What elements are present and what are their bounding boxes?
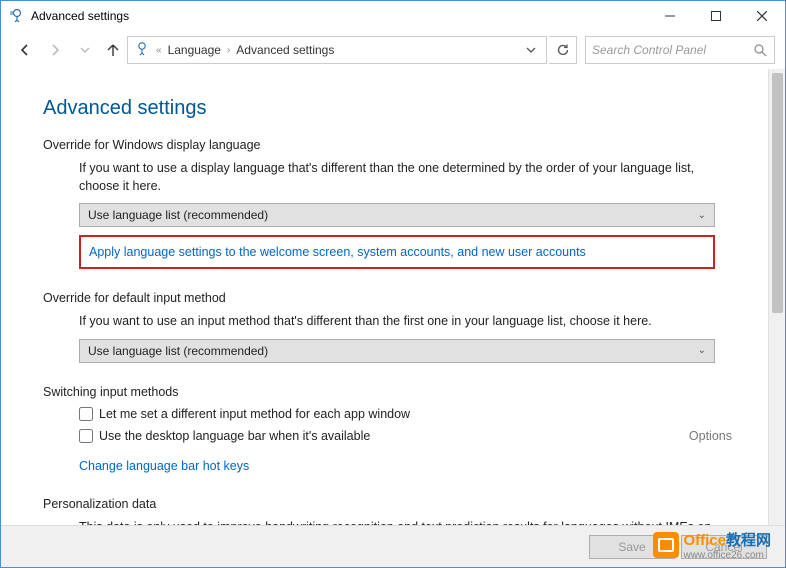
- forward-button[interactable]: [41, 36, 69, 64]
- personalization-desc: This data is only used to improve handwr…: [79, 519, 719, 526]
- bottom-bar: Save Cancel: [1, 525, 785, 567]
- maximize-button[interactable]: [693, 1, 739, 31]
- checkbox-per-app-input-box[interactable]: [79, 407, 93, 421]
- display-language-value: Use language list (recommended): [88, 208, 268, 222]
- input-method-dropdown[interactable]: Use language list (recommended) ⌄: [79, 339, 715, 363]
- display-language-dropdown[interactable]: Use language list (recommended) ⌄: [79, 203, 715, 227]
- input-method-value: Use language list (recommended): [88, 344, 268, 358]
- recent-dropdown-icon[interactable]: [71, 36, 99, 64]
- navbar: « Language › Advanced settings: [1, 31, 785, 69]
- window-title: Advanced settings: [31, 9, 129, 23]
- checkbox-language-bar[interactable]: Use the desktop language bar when it's a…: [79, 429, 689, 443]
- cancel-button[interactable]: Cancel: [681, 535, 767, 559]
- minimize-button[interactable]: [647, 1, 693, 31]
- app-icon: [9, 8, 25, 24]
- page-title: Advanced settings: [43, 97, 740, 120]
- section-override-input: Override for default input method: [43, 291, 740, 305]
- chevron-down-icon: ⌄: [698, 210, 706, 221]
- close-button[interactable]: [739, 1, 785, 31]
- save-button[interactable]: Save: [589, 535, 675, 559]
- scrollbar-thumb[interactable]: [772, 73, 783, 313]
- search-icon: [752, 44, 768, 57]
- up-button[interactable]: [101, 38, 125, 62]
- search-box[interactable]: [585, 36, 775, 64]
- override-display-desc: If you want to use a display language th…: [79, 160, 719, 195]
- hotkeys-link[interactable]: Change language bar hot keys: [79, 459, 249, 473]
- back-button[interactable]: [11, 36, 39, 64]
- section-switching: Switching input methods: [43, 385, 740, 399]
- scrollbar[interactable]: [768, 69, 785, 525]
- apply-language-link[interactable]: Apply language settings to the welcome s…: [89, 245, 586, 259]
- checkbox-per-app-input[interactable]: Let me set a different input method for …: [79, 407, 740, 421]
- checkbox-language-bar-box[interactable]: [79, 429, 93, 443]
- chevron-down-icon: ⌄: [698, 345, 706, 356]
- checkbox-per-app-label: Let me set a different input method for …: [99, 407, 410, 421]
- options-link[interactable]: Options: [689, 429, 732, 443]
- chevron-right-icon: ›: [227, 45, 230, 56]
- address-icon: [134, 41, 150, 60]
- override-input-desc: If you want to use an input method that'…: [79, 313, 719, 331]
- breadcrumb-language[interactable]: Language: [168, 43, 221, 57]
- refresh-button[interactable]: [549, 36, 577, 64]
- chevron-left-icon: «: [156, 45, 162, 56]
- window: Advanced settings « Language › Advanced …: [0, 0, 786, 568]
- titlebar: Advanced settings: [1, 1, 785, 31]
- checkbox-language-bar-label: Use the desktop language bar when it's a…: [99, 429, 370, 443]
- search-input[interactable]: [592, 43, 752, 57]
- content-scroll: Advanced settings Override for Windows d…: [1, 69, 768, 525]
- section-personalization: Personalization data: [43, 497, 740, 511]
- content-area: Advanced settings Override for Windows d…: [1, 69, 785, 525]
- address-bar[interactable]: « Language › Advanced settings: [127, 36, 547, 64]
- address-dropdown-icon[interactable]: [522, 45, 540, 55]
- section-override-display: Override for Windows display language: [43, 138, 740, 152]
- breadcrumb-advanced[interactable]: Advanced settings: [236, 43, 334, 57]
- highlighted-link-box: Apply language settings to the welcome s…: [79, 235, 715, 269]
